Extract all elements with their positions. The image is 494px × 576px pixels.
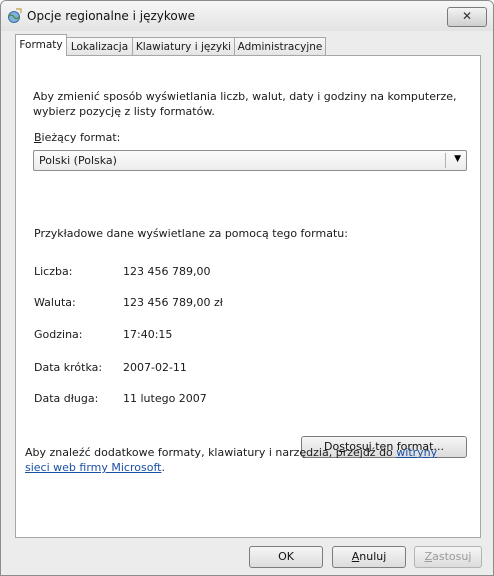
tab-label: Klawiatury i języki — [135, 41, 232, 53]
tab-formats[interactable]: Formaty — [15, 34, 67, 56]
sample-value-number: 123 456 789,00 — [123, 265, 211, 278]
close-button[interactable]: ✕ — [447, 7, 487, 27]
format-dropdown[interactable]: Polski (Polska) ▼ — [33, 150, 467, 171]
tab-label: Formaty — [19, 39, 63, 51]
ok-button[interactable]: OK — [249, 546, 323, 568]
intro-text: Aby zmienić sposób wyświetlania liczb, w… — [33, 90, 457, 118]
footer-text: Aby znaleźć dodatkowe formaty, klawiatur… — [25, 446, 438, 474]
sample-label-number: Liczba: — [34, 265, 73, 278]
sample-label-long-date: Data długa: — [34, 392, 99, 405]
sample-value-long-date: 11 lutego 2007 — [123, 392, 207, 405]
apply-button[interactable]: Zastosuj — [414, 546, 482, 568]
dialog-window: Opcje regionalne i językowe ✕ Formaty Lo… — [0, 0, 494, 576]
window-title: Opcje regionalne i językowe — [27, 9, 195, 23]
sample-label-currency: Waluta: — [34, 296, 76, 309]
format-dropdown-value: Polski (Polska) — [39, 154, 117, 167]
sample-value-time: 17:40:15 — [123, 328, 173, 341]
tab-label: Lokalizacja — [70, 41, 129, 53]
title-bar[interactable]: Opcje regionalne i językowe ✕ — [1, 1, 493, 31]
tab-label: Administracyjne — [237, 41, 323, 53]
sample-value-short-date: 2007-02-11 — [123, 361, 187, 374]
tab-administrative[interactable]: Administracyjne — [234, 37, 326, 55]
close-icon: ✕ — [461, 9, 473, 23]
globe-icon — [7, 8, 23, 24]
tab-keyboards-languages[interactable]: Klawiatury i języki — [132, 37, 235, 55]
sample-label-short-date: Data krótka: — [34, 361, 103, 374]
sample-value-currency: 123 456 789,00 zł — [123, 296, 223, 309]
sample-label-time: Godzina: — [34, 328, 83, 341]
dropdown-divider — [445, 153, 446, 168]
tab-location[interactable]: Lokalizacja — [66, 37, 133, 55]
current-format-label: Bieżący format: — [34, 131, 121, 144]
chevron-down-icon[interactable]: ▼ — [454, 154, 461, 164]
sample-heading: Przykładowe dane wyświetlane za pomocą t… — [34, 227, 348, 240]
cancel-button[interactable]: Anuluj — [332, 546, 406, 568]
